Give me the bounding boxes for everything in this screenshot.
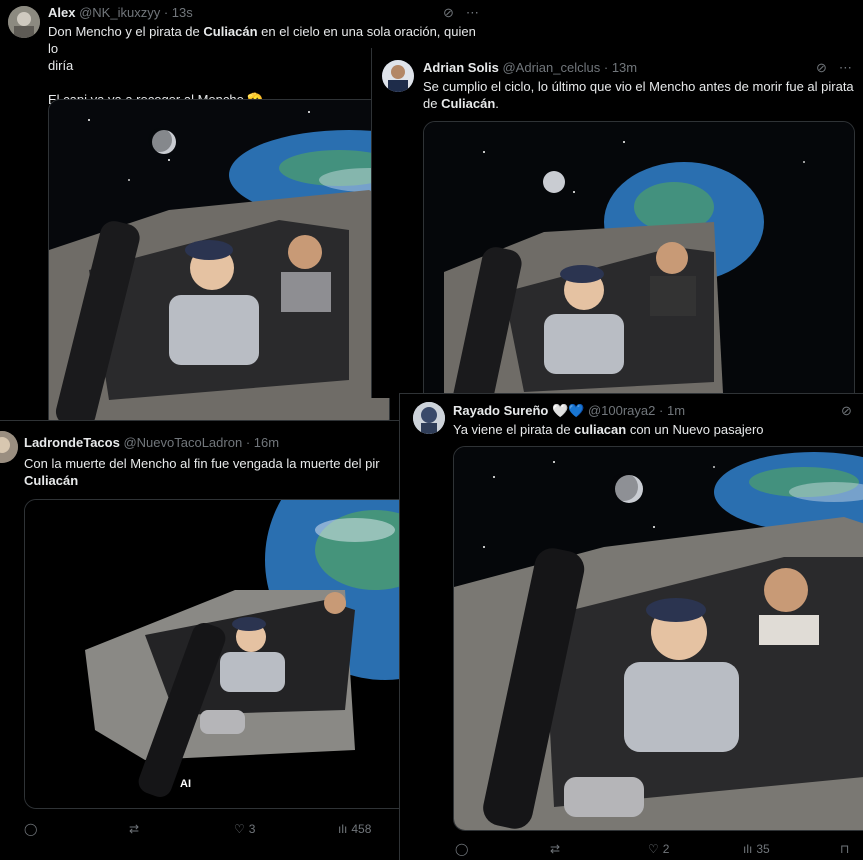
chart-icon: ılı <box>338 822 348 836</box>
tweet-text: Se cumplio el ciclo, lo último que vio e… <box>423 78 859 112</box>
timestamp[interactable]: 13m <box>612 60 637 75</box>
grok-icon[interactable]: ⊘ <box>443 5 454 21</box>
view-count: 35 <box>756 842 770 856</box>
grok-icon[interactable]: ⊘ <box>816 60 827 76</box>
avatar[interactable] <box>413 402 445 434</box>
text-bold: culiacan <box>574 422 627 437</box>
avatar[interactable] <box>0 431 18 463</box>
tweet-ladrondetacos[interactable]: LadrondeTacos @NuevoTacoLadron · 16m Con… <box>0 420 400 860</box>
tweet-image[interactable] <box>48 99 390 425</box>
separator: · <box>659 403 664 418</box>
timestamp[interactable]: 1m <box>667 403 685 418</box>
retweet-icon: ⇄ <box>550 842 561 856</box>
tweet-header: Rayado Sureño 🤍💙 @100raya2 · 1m <box>453 403 685 419</box>
retweet-icon: ⇄ <box>129 822 140 836</box>
retweet-button[interactable]: ⇄ <box>550 842 560 856</box>
avatar[interactable] <box>382 60 414 92</box>
reply-button[interactable]: ◯ <box>24 822 37 836</box>
separator: · <box>603 60 609 75</box>
tweet-text: Ya viene el pirata de culiacan con un Nu… <box>453 421 853 438</box>
heart-icon: ♡ <box>234 822 245 836</box>
like-count: 3 <box>248 822 256 836</box>
header-actions: ⊘ ⋯ <box>443 5 479 21</box>
text-bold: Culiacán <box>24 473 79 488</box>
tweet-image[interactable]: AI <box>24 499 400 809</box>
views-button[interactable]: ılı 458 <box>338 822 371 836</box>
text-part: Con la muerte del Mencho al fin fue veng… <box>24 456 380 471</box>
action-bar: ◯ ⇄ ♡ 2 ılı 35 ⊓ <box>455 839 863 859</box>
like-count: 2 <box>662 842 670 856</box>
header-actions: ⊘ <box>841 403 852 419</box>
text-bold: Culiacán <box>441 96 496 111</box>
tweet-text: Con la muerte del Mencho al fin fue veng… <box>24 455 400 489</box>
reply-icon: ◯ <box>455 842 469 856</box>
ai-label: AI <box>180 778 191 790</box>
handle[interactable]: @100raya2 <box>588 403 655 418</box>
action-bar: ◯ ⇄ ♡ 3 ılı 458 <box>24 819 394 839</box>
handle[interactable]: @NK_ikuxzyy <box>79 5 160 20</box>
like-button[interactable]: ♡ 3 <box>234 822 255 836</box>
more-icon[interactable]: ⋯ <box>466 5 479 21</box>
text-part: con un Nuevo pasajero <box>626 422 764 437</box>
more-icon[interactable]: ⋯ <box>839 60 852 76</box>
views-button[interactable]: ılı 35 <box>743 842 770 856</box>
tweet-header: Alex @NK_ikuxzyy · 13s <box>48 5 193 20</box>
reply-icon: ◯ <box>24 822 38 836</box>
view-count: 458 <box>351 822 372 836</box>
text-part: diría <box>48 58 74 73</box>
text-part: de <box>423 96 442 111</box>
timestamp[interactable]: 13s <box>172 5 193 20</box>
grok-icon[interactable]: ⊘ <box>841 403 852 419</box>
text-part: Ya viene el pirata de <box>453 422 575 437</box>
text-bold: Culiacán <box>203 24 258 39</box>
separator: · <box>163 5 169 20</box>
avatar[interactable] <box>8 6 40 38</box>
separator: · <box>245 435 251 450</box>
heart-icon: ♡ <box>648 842 659 856</box>
reply-button[interactable]: ◯ <box>455 842 468 856</box>
retweet-button[interactable]: ⇄ <box>129 822 139 836</box>
text-part: Se cumplio el ciclo, lo último que vio e… <box>423 79 854 94</box>
tweet-rayado[interactable]: Rayado Sureño 🤍💙 @100raya2 · 1m ⊘ Ya vie… <box>399 393 863 860</box>
like-button[interactable]: ♡ 2 <box>648 842 669 856</box>
tweet-adrian[interactable]: Adrian Solis @Adrian_celclus · 13m ⊘ ⋯ S… <box>371 48 863 398</box>
bookmark-button[interactable]: ⊓ <box>840 842 849 856</box>
handle[interactable]: @NuevoTacoLadron <box>123 435 242 450</box>
text-part: Don Mencho y el pirata de <box>48 24 204 39</box>
tweet-header: Adrian Solis @Adrian_celclus · 13m <box>423 60 637 75</box>
display-name[interactable]: LadrondeTacos <box>24 435 120 450</box>
handle[interactable]: @Adrian_celclus <box>502 60 600 75</box>
chart-icon: ılı <box>743 842 753 856</box>
header-actions: ⊘ ⋯ <box>816 60 852 76</box>
timestamp[interactable]: 16m <box>254 435 279 450</box>
text-part: . <box>495 96 499 111</box>
bookmark-icon: ⊓ <box>840 842 850 856</box>
tweet-header: LadrondeTacos @NuevoTacoLadron · 16m <box>24 435 279 450</box>
display-name[interactable]: Rayado Sureño 🤍💙 <box>453 403 584 418</box>
display-name[interactable]: Adrian Solis <box>423 60 499 75</box>
tweet-image[interactable] <box>453 446 863 831</box>
tweet-image[interactable] <box>423 121 855 398</box>
display-name[interactable]: Alex <box>48 5 75 20</box>
